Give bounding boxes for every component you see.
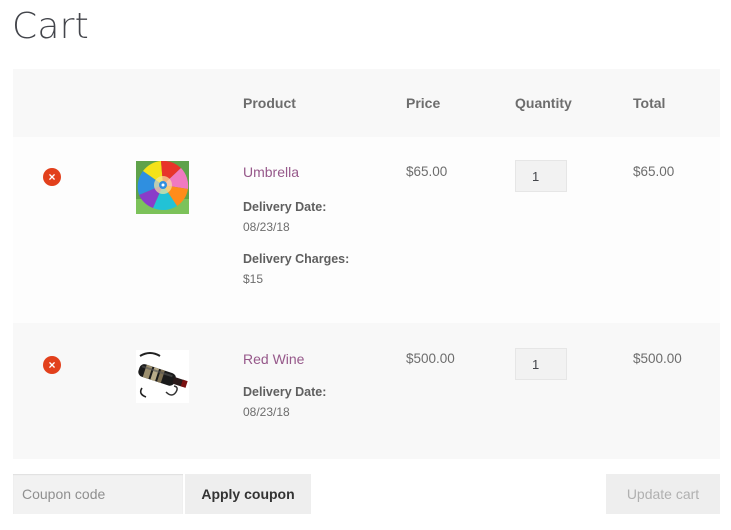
page-title: Cart	[12, 6, 89, 47]
header-price: Price	[406, 95, 441, 111]
header-quantity: Quantity	[515, 95, 572, 111]
header-total: Total	[633, 95, 666, 111]
update-cart-button[interactable]: Update cart	[606, 474, 720, 514]
umbrella-image[interactable]	[136, 161, 189, 214]
delivery-charges-label: Delivery Charges:	[243, 252, 350, 266]
product-link-red-wine[interactable]: Red Wine	[243, 351, 304, 367]
cart-table: Product Price Quantity Total × Umbrella …	[13, 69, 720, 459]
quantity-input[interactable]: 1	[515, 160, 567, 192]
item-price: $65.00	[406, 164, 448, 179]
table-row: × Red Wine Delivery Date: 08/23/18 $500.…	[13, 323, 720, 459]
delivery-date-label: Delivery Date:	[243, 385, 327, 399]
apply-coupon-button[interactable]: Apply coupon	[185, 474, 311, 514]
table-row: × Umbrella Delivery Date: 08/23/18 Deliv…	[13, 137, 720, 323]
delivery-date-value: 08/23/18	[243, 405, 290, 419]
wine-bottle-image[interactable]	[136, 350, 189, 403]
product-link-umbrella[interactable]: Umbrella	[243, 164, 299, 180]
item-price: $500.00	[406, 351, 455, 366]
header-product: Product	[243, 95, 296, 111]
coupon-code-input[interactable]	[13, 474, 183, 514]
delivery-charges-value: $15	[243, 272, 264, 286]
quantity-input[interactable]: 1	[515, 348, 567, 380]
remove-icon[interactable]: ×	[43, 356, 61, 374]
delivery-date-label: Delivery Date:	[243, 200, 327, 214]
item-total: $65.00	[633, 164, 675, 179]
item-total: $500.00	[633, 351, 682, 366]
table-header: Product Price Quantity Total	[13, 69, 720, 137]
remove-icon[interactable]: ×	[43, 168, 61, 186]
delivery-date-value: 08/23/18	[243, 220, 290, 234]
